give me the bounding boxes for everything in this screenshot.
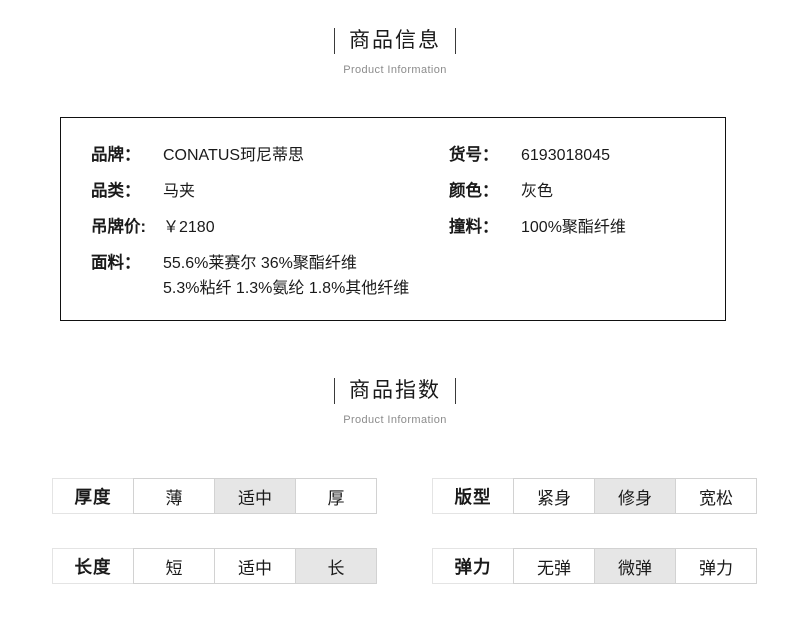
index-option-elasticity-1[interactable]: 微弹 xyxy=(594,548,676,584)
index-header-elasticity: 弹力 xyxy=(432,548,514,584)
index-table-elasticity: 弹力 无弹 微弹 弹力 xyxy=(432,548,757,584)
info-value-contrast-fabric: 100%聚酯纤维 xyxy=(521,219,626,236)
info-label-tag-price: 吊牌价: xyxy=(91,218,146,236)
info-row-item-number: 货号： 6193018045 xyxy=(449,143,729,168)
info-row-brand: 品牌： CONATUS珂尼蒂思 xyxy=(91,143,471,168)
product-info-columns: 品牌： CONATUS珂尼蒂思 品类： 马夹 吊牌价: ￥2180 面料： 55… xyxy=(61,118,725,320)
section-title-row-index: 商品指数 xyxy=(0,377,790,405)
info-value-category: 马夹 xyxy=(163,183,196,200)
index-table-length: 长度 短 适中 长 xyxy=(52,548,377,584)
index-option-length-0[interactable]: 短 xyxy=(133,548,215,584)
info-label-item-number: 货号： xyxy=(449,146,499,164)
title-divider-left-icon xyxy=(334,28,335,54)
info-label-category: 品类： xyxy=(91,182,141,200)
title-divider-right-icon xyxy=(455,28,456,54)
page-title: 商品信息 xyxy=(349,29,441,52)
index-option-fit-1[interactable]: 修身 xyxy=(594,478,676,514)
index-option-fit-2[interactable]: 宽松 xyxy=(675,478,757,514)
product-info-right-column: 货号： 6193018045 颜色： 灰色 撞料： 100%聚酯纤维 xyxy=(449,143,729,251)
product-index-section-header: 商品指数 Product Information xyxy=(0,377,790,426)
title-divider-left-icon xyxy=(334,378,335,404)
index-option-fit-0[interactable]: 紧身 xyxy=(513,478,595,514)
section-title-row: 商品信息 xyxy=(0,27,790,55)
product-info-left-column: 品牌： CONATUS珂尼蒂思 品类： 马夹 吊牌价: ￥2180 面料： 55… xyxy=(91,143,471,312)
info-row-category: 品类： 马夹 xyxy=(91,179,471,204)
index-title: 商品指数 xyxy=(349,379,441,402)
info-value-tag-price: ￥2180 xyxy=(163,219,215,236)
info-row-fabric: 面料： 55.6%莱赛尔 36%聚酯纤维 5.3%粘纤 1.3%氨纶 1.8%其… xyxy=(91,251,471,301)
index-option-thickness-0[interactable]: 薄 xyxy=(133,478,215,514)
info-value-fabric-line2: 5.3%粘纤 1.3%氨纶 1.8%其他纤维 xyxy=(163,280,410,297)
title-divider-right-icon xyxy=(455,378,456,404)
index-option-length-2[interactable]: 长 xyxy=(295,548,377,584)
index-header-length: 长度 xyxy=(52,548,134,584)
info-row-contrast-fabric: 撞料： 100%聚酯纤维 xyxy=(449,215,729,240)
index-header-thickness: 厚度 xyxy=(52,478,134,514)
index-subtitle: Product Information xyxy=(343,414,447,426)
index-option-length-1[interactable]: 适中 xyxy=(214,548,296,584)
index-table-thickness: 厚度 薄 适中 厚 xyxy=(52,478,377,514)
index-option-thickness-1[interactable]: 适中 xyxy=(214,478,296,514)
info-value-fabric: 55.6%莱赛尔 36%聚酯纤维 5.3%粘纤 1.3%氨纶 1.8%其他纤维 xyxy=(163,251,409,301)
info-label-brand: 品牌： xyxy=(91,146,141,164)
product-info-box: 品牌： CONATUS珂尼蒂思 品类： 马夹 吊牌价: ￥2180 面料： 55… xyxy=(60,117,726,321)
product-information-section-header: 商品信息 Product Information xyxy=(0,27,790,76)
index-option-thickness-2[interactable]: 厚 xyxy=(295,478,377,514)
info-label-color: 颜色： xyxy=(449,182,499,200)
index-header-fit: 版型 xyxy=(432,478,514,514)
info-row-tag-price: 吊牌价: ￥2180 xyxy=(91,215,471,240)
info-value-fabric-line1: 55.6%莱赛尔 36%聚酯纤维 xyxy=(163,255,357,272)
index-option-elasticity-0[interactable]: 无弹 xyxy=(513,548,595,584)
index-table-fit: 版型 紧身 修身 宽松 xyxy=(432,478,757,514)
info-value-brand: CONATUS珂尼蒂思 xyxy=(163,147,305,164)
info-label-contrast-fabric: 撞料： xyxy=(449,218,499,236)
info-label-fabric: 面料： xyxy=(91,254,141,272)
info-row-color: 颜色： 灰色 xyxy=(449,179,729,204)
info-value-item-number: 6193018045 xyxy=(521,147,610,164)
info-value-color: 灰色 xyxy=(521,183,554,200)
index-option-elasticity-2[interactable]: 弹力 xyxy=(675,548,757,584)
page-subtitle: Product Information xyxy=(343,64,447,76)
